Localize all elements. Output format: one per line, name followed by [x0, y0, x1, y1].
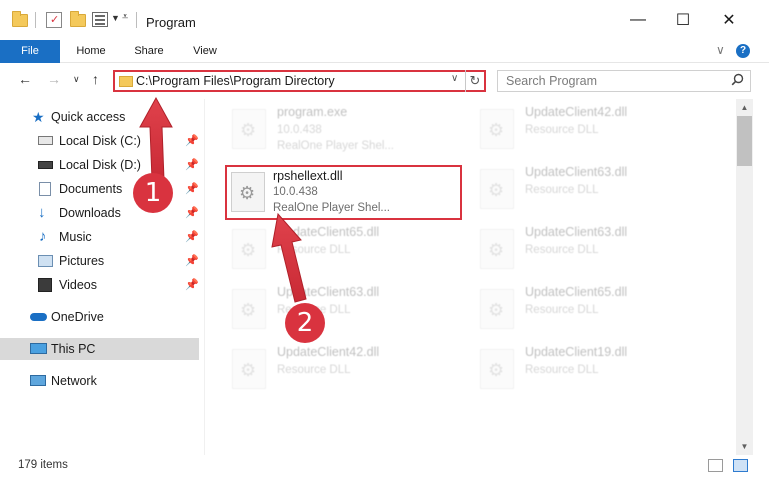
callout-badge-1: 1: [133, 173, 173, 213]
arrow-1: [139, 96, 173, 181]
annotation-arrows: [139, 96, 307, 303]
callout-badge-2: 2: [285, 303, 325, 343]
arrow-2: [271, 212, 307, 303]
